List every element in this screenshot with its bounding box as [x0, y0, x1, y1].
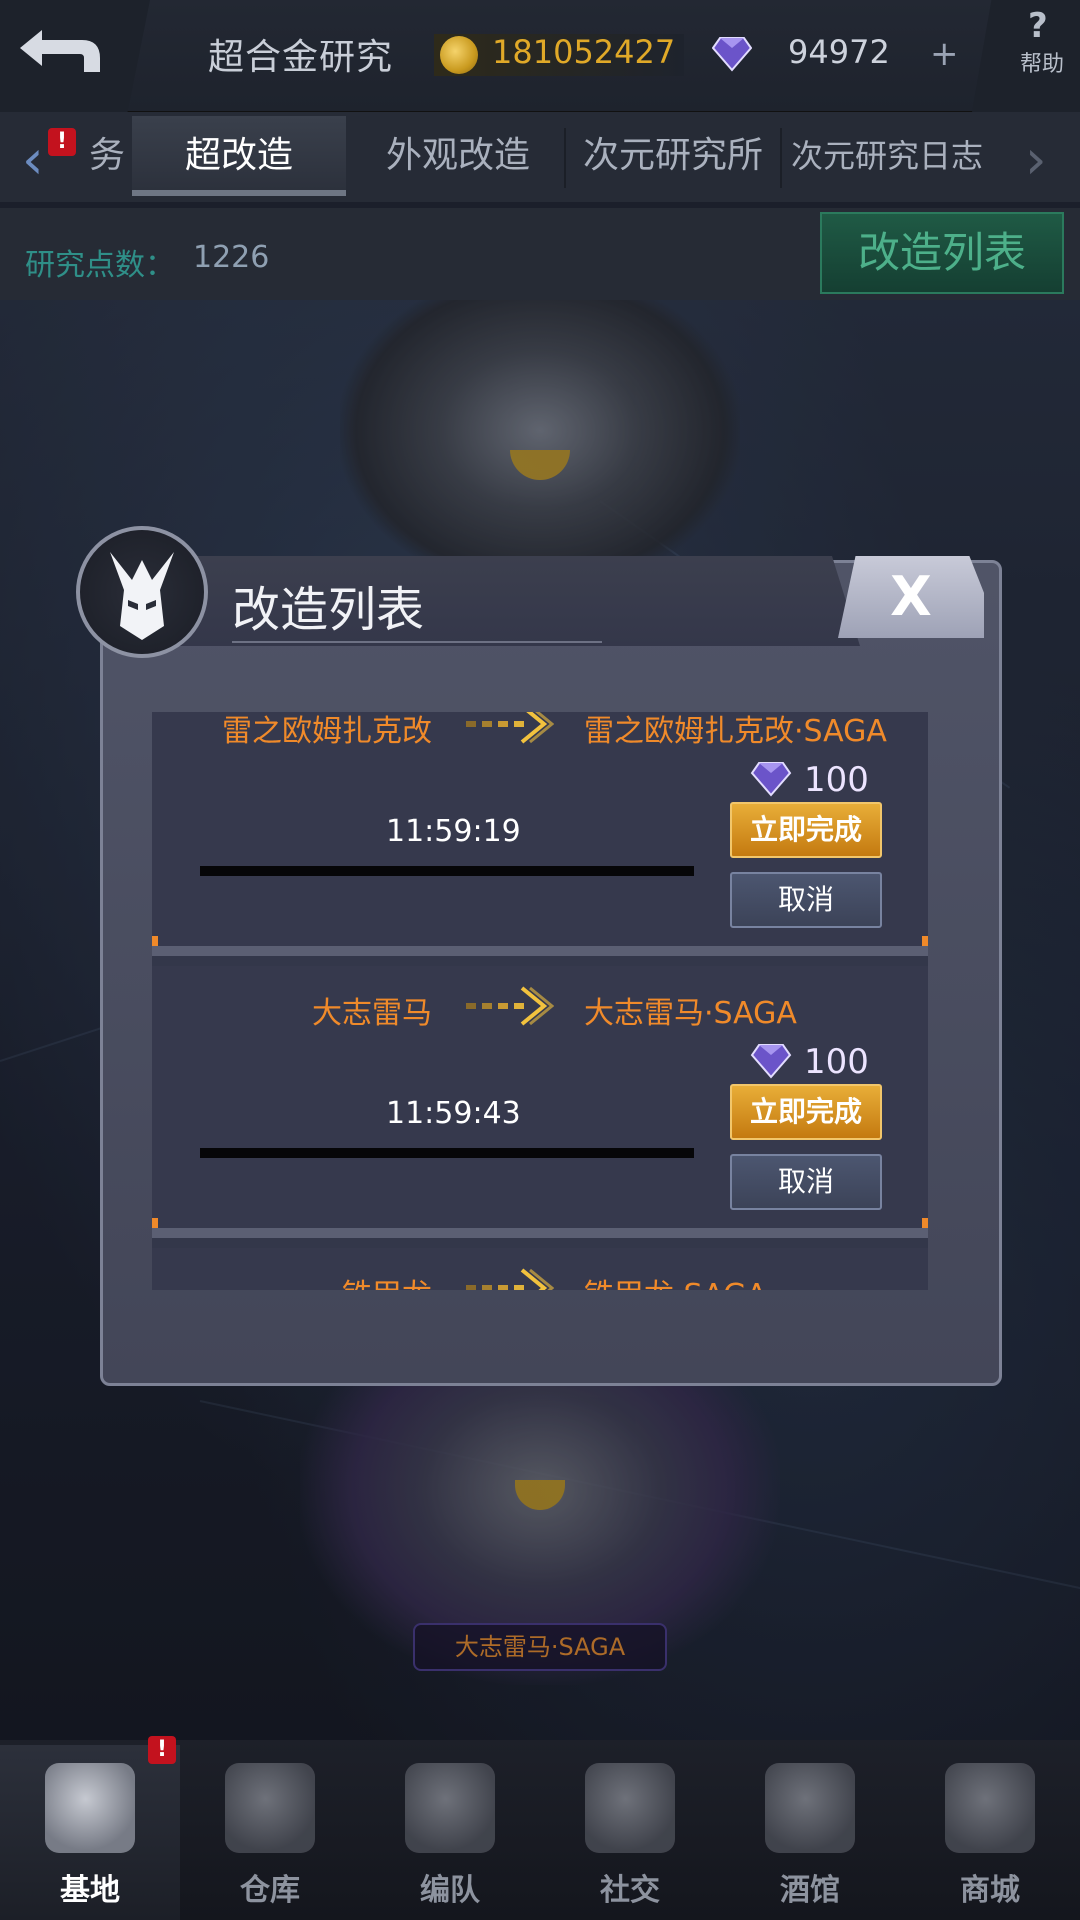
reform-queue-list[interactable]: 雷之欧姆扎克改 雷之欧姆扎克改·SAGA 100 11:59:19 立即完成 取… [152, 712, 928, 1290]
warehouse-icon [225, 1763, 315, 1853]
nav-label: 仓库 [240, 1873, 300, 1908]
arrow-right-icon [466, 712, 554, 744]
shop-icon [945, 1763, 1035, 1853]
reform-list-button[interactable]: 改造列表 [820, 212, 1064, 294]
reform-from-name: 雷之欧姆扎克改 [222, 714, 432, 749]
nav-formation[interactable]: 编队 [360, 1745, 540, 1920]
nav-label: 编队 [420, 1873, 480, 1908]
help-label: 帮助 [1020, 52, 1065, 77]
handshake-icon [585, 1763, 675, 1853]
reform-gem-cost: 100 [804, 760, 869, 800]
alert-badge: ! [48, 128, 76, 156]
diamond-icon [712, 37, 752, 72]
gem-amount: 94972 [788, 33, 890, 71]
nav-shop[interactable]: 商城 [900, 1745, 1080, 1920]
arrow-right-icon [466, 986, 554, 1026]
gold-coin-icon [440, 36, 478, 74]
tab-tasks[interactable]: 务 [82, 116, 132, 196]
coin-amount: 181052427 [492, 33, 676, 71]
nav-label: 酒馆 [780, 1873, 840, 1908]
corner-marker [152, 936, 158, 946]
reform-progress-bar [200, 866, 694, 876]
nav-base[interactable]: 基地 [0, 1745, 180, 1920]
nav-social[interactable]: 社交 [540, 1745, 720, 1920]
nav-label: 基地 [60, 1873, 120, 1908]
diamond-icon [750, 762, 792, 797]
modal-title: 改造列表 [232, 582, 425, 638]
complete-now-button[interactable]: 立即完成 [730, 802, 882, 858]
research-points-value: 1226 [193, 240, 270, 275]
nav-label: 社交 [600, 1873, 660, 1908]
cancel-button[interactable]: 取消 [730, 1154, 882, 1210]
cancel-button[interactable]: 取消 [730, 872, 882, 928]
reform-gem-cost: 100 [804, 1042, 869, 1082]
reform-progress-bar [200, 1148, 694, 1158]
add-gems-button[interactable]: + [930, 34, 959, 74]
nav-warehouse[interactable]: 仓库 [180, 1745, 360, 1920]
back-arrow-icon [20, 30, 100, 72]
complete-now-button[interactable]: 立即完成 [730, 1084, 882, 1140]
reform-timer: 11:59:43 [386, 1096, 521, 1131]
tavern-mug-icon [765, 1763, 855, 1853]
tab-dimension-log[interactable]: 次元研究日志 [782, 116, 992, 196]
nav-label: 商城 [960, 1873, 1020, 1908]
page-title: 超合金研究 [208, 37, 394, 78]
reform-from-name: 大志雷马 [312, 996, 432, 1031]
reform-item: 雷之欧姆扎克改 雷之欧姆扎克改·SAGA 100 11:59:19 立即完成 取… [152, 712, 928, 956]
reform-to-name: 铁甲龙·SAGA [584, 1270, 767, 1290]
diamond-icon [750, 1044, 792, 1079]
reform-to-name: 雷之欧姆扎克改·SAGA [584, 714, 887, 749]
reform-to-name: 大志雷马·SAGA [584, 996, 797, 1031]
research-points-label: 研究点数： [25, 248, 175, 283]
corner-marker [922, 936, 928, 946]
back-button[interactable] [0, 0, 150, 112]
arrow-right-icon [466, 1268, 554, 1290]
corner-marker [152, 1218, 158, 1228]
tab-appearance-reform[interactable]: 外观改造 [352, 116, 564, 196]
nav-tavern[interactable]: 酒馆 [720, 1745, 900, 1920]
alert-badge: ! [148, 1736, 176, 1764]
corner-marker [922, 1218, 928, 1228]
reform-timer: 11:59:19 [386, 814, 521, 849]
reform-from-name: 铁甲龙 [342, 1270, 432, 1290]
modal-title-underline [232, 641, 602, 643]
help-icon: ? [1028, 6, 1048, 46]
close-button[interactable]: X [838, 556, 984, 638]
mech-head-emblem-icon [76, 526, 208, 658]
tab-super-reform[interactable]: 超改造 [132, 116, 346, 196]
tabs-scroll-right-icon[interactable]: › [1025, 133, 1047, 187]
tabs-scroll-left-icon[interactable]: ‹ [22, 133, 44, 187]
reform-item: 大志雷马 大志雷马·SAGA 100 11:59:43 立即完成 取消 [152, 966, 928, 1238]
base-star-icon [45, 1763, 135, 1853]
reform-item: 铁甲龙 铁甲龙·SAGA [152, 1248, 928, 1290]
tab-dimension-lab[interactable]: 次元研究所 [566, 116, 780, 196]
formation-helmet-icon [405, 1763, 495, 1853]
